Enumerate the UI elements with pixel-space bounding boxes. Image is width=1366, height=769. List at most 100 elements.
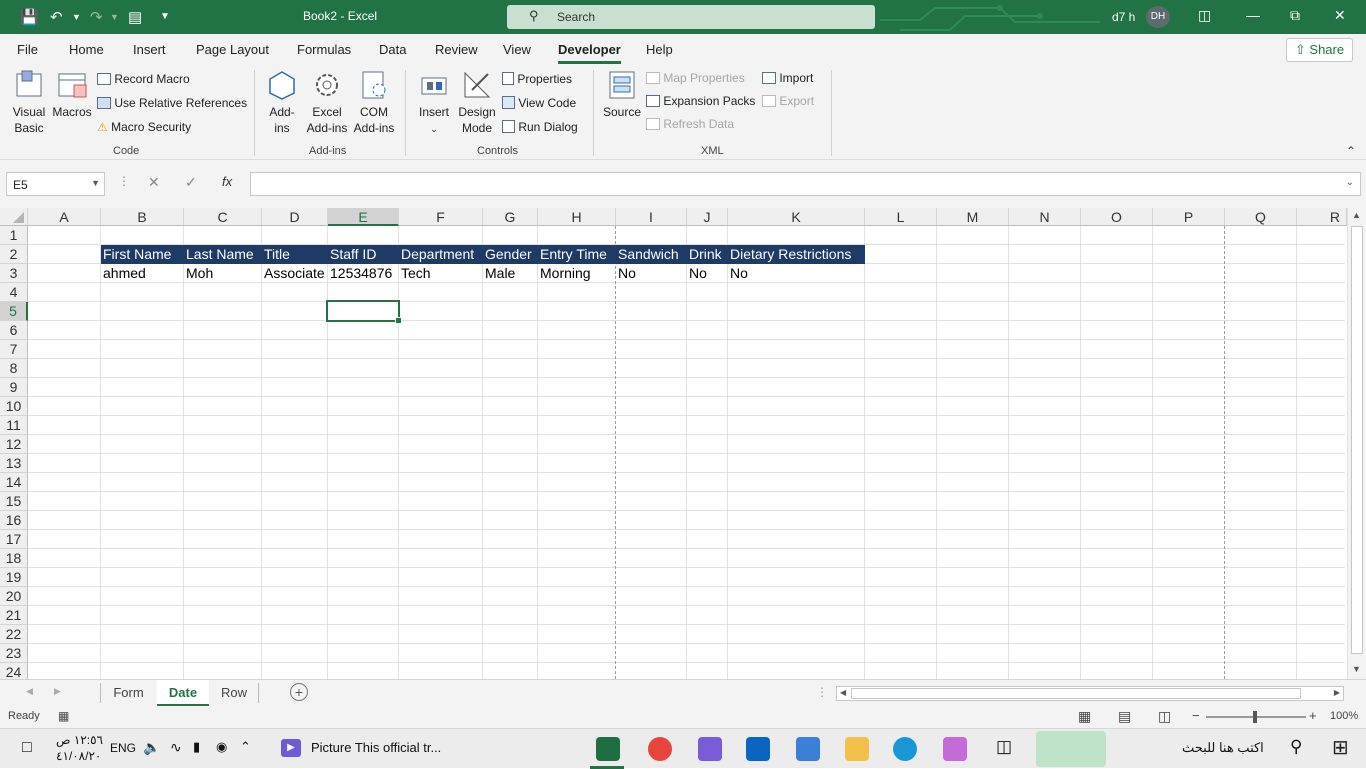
redo-icon[interactable]: ↷ — [90, 8, 103, 26]
copilot-taskbar-icon[interactable] — [943, 737, 967, 761]
column-header-k[interactable]: K — [728, 208, 865, 226]
tab-split-handle-icon[interactable]: ⋮ — [816, 685, 828, 699]
column-header-i[interactable]: I — [616, 208, 687, 226]
page-layout-view-icon[interactable]: ▤ — [1118, 708, 1131, 725]
table-cell[interactable]: No — [616, 264, 687, 283]
row-header-1[interactable]: 1 — [0, 226, 28, 245]
undo-dropdown-icon[interactable]: ▼ — [72, 12, 81, 22]
tab-formulas[interactable]: Formulas — [297, 42, 351, 57]
header-cell-title[interactable]: Title — [262, 245, 328, 264]
column-header-b[interactable]: B — [101, 208, 184, 226]
expansion-packs-button[interactable]: Expansion Packs — [646, 94, 755, 108]
scroll-right-icon[interactable]: ▶ — [1334, 688, 1340, 697]
formula-input[interactable]: ⌄ — [250, 172, 1361, 196]
row-header-16[interactable]: 16 — [0, 511, 28, 530]
tab-insert[interactable]: Insert — [133, 42, 166, 57]
confirm-entry-icon[interactable]: ✓ — [185, 174, 197, 191]
search-box[interactable]: ⚲ Search — [507, 5, 875, 29]
excel-taskbar-icon[interactable] — [596, 737, 620, 761]
excel-addins-button[interactable]: Excel Add-ins — [303, 70, 351, 136]
share-button[interactable]: ⇧ Share — [1286, 38, 1353, 62]
table-cell[interactable]: 12534876 — [328, 264, 399, 283]
zoom-in-icon[interactable]: + — [1309, 708, 1317, 723]
language-indicator[interactable]: ENG — [110, 741, 136, 755]
avatar[interactable]: DH — [1146, 6, 1170, 28]
file-explorer-taskbar-icon[interactable] — [845, 737, 869, 761]
redo-dropdown-icon[interactable]: ▼ — [110, 12, 119, 22]
table-cell[interactable]: Associate — [262, 264, 328, 283]
active-cell[interactable] — [326, 300, 402, 324]
user-name[interactable]: d7 h — [1112, 10, 1135, 24]
task-view-icon[interactable]: ◫ — [996, 737, 1012, 757]
column-header-a[interactable]: A — [28, 208, 101, 226]
sheet-tab-date[interactable]: Date — [157, 680, 209, 706]
row-header-2[interactable]: 2 — [0, 245, 28, 264]
horizontal-scroll-thumb[interactable] — [851, 688, 1301, 699]
column-header-q[interactable]: Q — [1225, 208, 1297, 226]
table-cell[interactable]: Moh — [184, 264, 262, 283]
row-header-6[interactable]: 6 — [0, 321, 28, 340]
row-header-13[interactable]: 13 — [0, 454, 28, 473]
camera-icon[interactable]: ◉ — [216, 739, 227, 755]
header-cell-last-name[interactable]: Last Name — [184, 245, 262, 264]
row-header-20[interactable]: 20 — [0, 587, 28, 606]
volume-icon[interactable]: 🔈 — [143, 739, 160, 756]
table-cell[interactable]: Tech — [399, 264, 483, 283]
next-sheet-icon[interactable]: ▶ — [54, 686, 61, 697]
battery-icon[interactable]: ▮ — [193, 739, 200, 755]
design-mode-button[interactable]: Design Mode — [457, 70, 497, 136]
clock-date[interactable]: ٤١/٠٨/٢٠ — [56, 749, 101, 763]
column-header-g[interactable]: G — [483, 208, 538, 226]
horizontal-scrollbar[interactable]: ◀ ▶ — [836, 686, 1344, 701]
column-header-m[interactable]: M — [937, 208, 1009, 226]
clock-time[interactable]: ١٢:٥٦ ص — [56, 733, 103, 747]
zoom-level[interactable]: 100% — [1330, 710, 1358, 722]
row-header-10[interactable]: 10 — [0, 397, 28, 416]
tab-file[interactable]: File — [17, 42, 38, 57]
row-header-17[interactable]: 17 — [0, 530, 28, 549]
insert-control-button[interactable]: Insert ⌄ — [414, 70, 454, 137]
row-header-5[interactable]: 5 — [0, 302, 28, 321]
row-header-4[interactable]: 4 — [0, 283, 28, 302]
tab-review[interactable]: Review — [435, 42, 478, 57]
table-cell[interactable]: Morning — [538, 264, 616, 283]
vertical-scroll-thumb[interactable] — [1351, 226, 1363, 654]
addins-button[interactable]: Add- ins — [262, 70, 302, 136]
close-icon[interactable]: ✕ — [1334, 7, 1346, 24]
header-cell-gender[interactable]: Gender — [483, 245, 538, 264]
row-header-21[interactable]: 21 — [0, 606, 28, 625]
accessibility-icon[interactable]: ▦ — [58, 709, 69, 723]
form-icon[interactable]: ▤ — [128, 8, 142, 26]
sheet-tab-row[interactable]: Row — [210, 680, 258, 706]
row-header-24[interactable]: 24 — [0, 663, 28, 679]
map-properties-button[interactable]: Map Properties — [646, 71, 745, 85]
header-cell-department[interactable]: Department — [399, 245, 483, 264]
scroll-down-icon[interactable]: ▼ — [1352, 664, 1361, 674]
table-cell[interactable]: No — [687, 264, 728, 283]
windows-start-icon[interactable]: ⊞ — [1332, 735, 1349, 760]
show-hidden-icons-icon[interactable]: ⌃ — [240, 739, 251, 755]
row-header-22[interactable]: 22 — [0, 625, 28, 644]
tab-help[interactable]: Help — [646, 42, 673, 57]
properties-button[interactable]: Properties — [502, 72, 572, 86]
notification-icon[interactable]: □ — [22, 739, 32, 757]
table-cell[interactable]: ahmed — [101, 264, 184, 283]
column-header-l[interactable]: L — [865, 208, 937, 226]
cancel-entry-icon[interactable]: ✕ — [148, 174, 160, 191]
row-header-18[interactable]: 18 — [0, 549, 28, 568]
row-header-14[interactable]: 14 — [0, 473, 28, 492]
row-header-11[interactable]: 11 — [0, 416, 28, 435]
table-cell[interactable]: Male — [483, 264, 538, 283]
column-header-f[interactable]: F — [399, 208, 483, 226]
row-header-12[interactable]: 12 — [0, 435, 28, 454]
table-cell[interactable]: No — [728, 264, 865, 283]
wifi-icon[interactable]: ∿ — [170, 739, 182, 756]
column-header-h[interactable]: H — [538, 208, 616, 226]
row-header-19[interactable]: 19 — [0, 568, 28, 587]
customize-quick-access-icon[interactable]: ▼ — [160, 11, 170, 22]
row-header-15[interactable]: 15 — [0, 492, 28, 511]
save-icon[interactable]: 💾 — [20, 8, 39, 26]
name-box[interactable]: E5 ▼ — [6, 172, 105, 196]
column-header-r[interactable]: R — [1297, 208, 1347, 226]
outlook-taskbar-icon[interactable] — [746, 737, 770, 761]
